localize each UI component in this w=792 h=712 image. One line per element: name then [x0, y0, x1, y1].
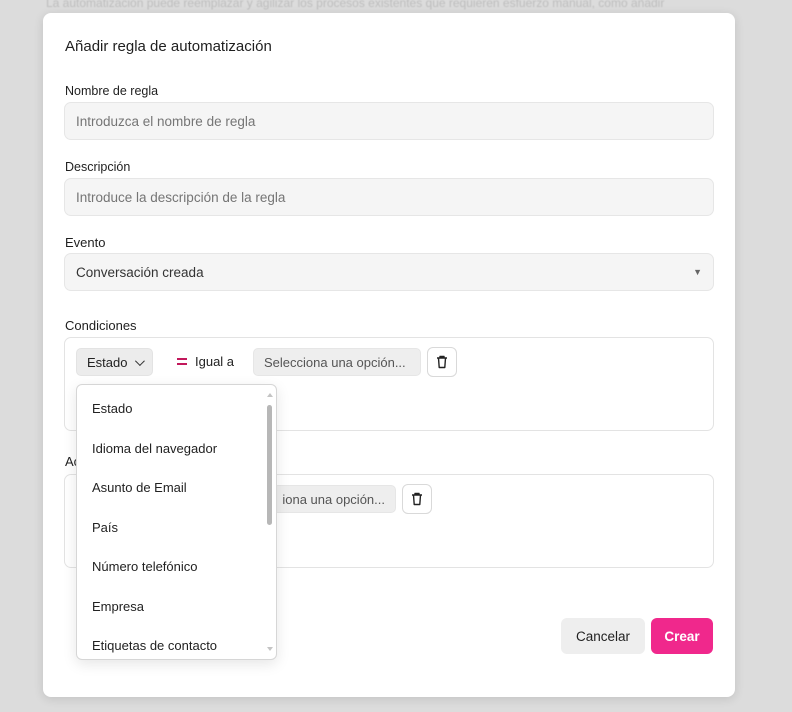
- dropdown-item-numero-telefonico[interactable]: Número telefónico: [77, 547, 267, 587]
- event-select[interactable]: Conversación creada ▼: [64, 253, 714, 291]
- chevron-down-icon: [135, 355, 146, 366]
- dropdown-scrollbar[interactable]: [266, 391, 275, 653]
- condition-operator-value: Igual a: [195, 354, 235, 369]
- dropdown-item-etiquetas-contacto[interactable]: Etiquetas de contacto: [77, 626, 267, 659]
- description-label: Descripción: [65, 160, 131, 174]
- dropdown-item-pais[interactable]: País: [77, 508, 267, 548]
- trash-icon: [412, 492, 422, 506]
- dropdown-item-asunto-email[interactable]: Asunto de Email: [77, 468, 267, 508]
- create-button[interactable]: Crear: [651, 618, 713, 654]
- cancel-button[interactable]: Cancelar: [561, 618, 645, 654]
- delete-condition-button[interactable]: [427, 347, 457, 377]
- dropdown-item-estado[interactable]: Estado: [77, 389, 267, 429]
- caret-down-icon: ▼: [693, 267, 702, 277]
- background-text: La automatización puede reemplazar y agi…: [46, 0, 665, 10]
- event-select-value: Conversación creada: [76, 264, 204, 280]
- description-input[interactable]: [64, 178, 714, 216]
- scroll-thumb[interactable]: [267, 405, 272, 525]
- equals-icon: [177, 358, 187, 365]
- trash-icon: [437, 355, 447, 369]
- condition-value-placeholder: Selecciona una opción...: [264, 354, 406, 370]
- scroll-up-icon[interactable]: [267, 393, 273, 397]
- condition-operator-select[interactable]: Igual a: [177, 354, 234, 369]
- dropdown-item-idioma-navegador[interactable]: Idioma del navegador: [77, 429, 267, 469]
- rule-name-label: Nombre de regla: [65, 84, 159, 98]
- scroll-down-icon[interactable]: [267, 647, 273, 651]
- condition-attribute-value: Estado: [87, 354, 128, 370]
- delete-action-button[interactable]: [402, 484, 432, 514]
- dropdown-item-empresa[interactable]: Empresa: [77, 587, 267, 627]
- condition-attribute-select[interactable]: Estado: [76, 348, 154, 376]
- action-value-placeholder: iona una opción...: [282, 491, 385, 507]
- attribute-dropdown-list: Estado Idioma del navegador Asunto de Em…: [77, 389, 267, 659]
- modal-title: Añadir regla de automatización: [65, 38, 272, 55]
- conditions-label: Condiciones: [65, 318, 137, 333]
- event-label: Evento: [65, 235, 106, 250]
- attribute-dropdown: Estado Idioma del navegador Asunto de Em…: [76, 384, 277, 660]
- rule-name-input[interactable]: [64, 102, 714, 140]
- condition-value-select[interactable]: Selecciona una opción...: [253, 348, 421, 376]
